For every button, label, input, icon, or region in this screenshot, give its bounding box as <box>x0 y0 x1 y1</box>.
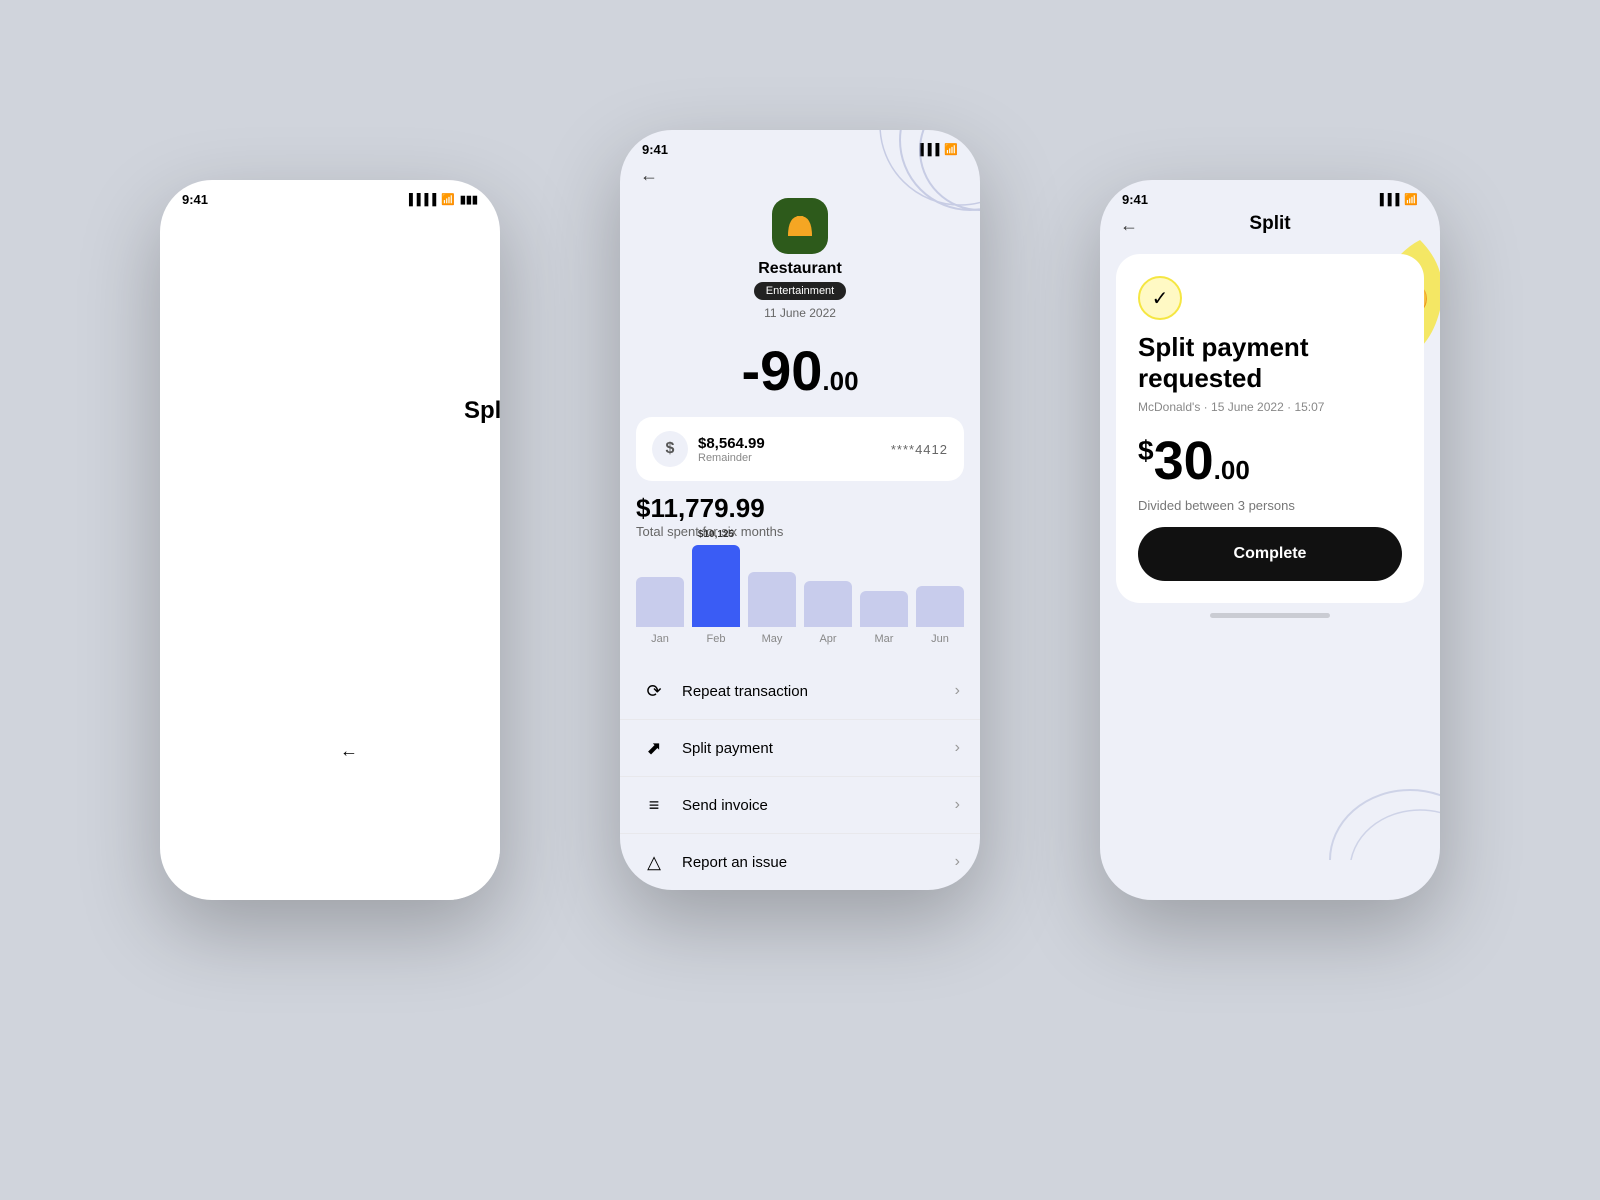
balance-amount: $8,564.99 <box>698 435 765 452</box>
bar-may: May <box>748 556 796 645</box>
bar-jan: Jan <box>636 561 684 645</box>
bars-row: Jan $10,125 Feb May Apr Mar <box>636 555 964 645</box>
transaction-date: 11 June 2022 <box>764 306 836 320</box>
chevron-split: › <box>955 739 960 757</box>
split-card-title: Split payment requested <box>1138 332 1402 394</box>
action-label-split: Split payment <box>682 740 955 757</box>
balance-left: $ $8,564.99 Remainder <box>652 431 765 467</box>
time-right: 9:41 <box>1122 192 1148 207</box>
bar-feb: $10,125 Feb <box>692 529 740 645</box>
total-amount: $11,779.99 <box>636 493 964 524</box>
chevron-invoice: › <box>955 796 960 814</box>
split-divided-label: Divided between 3 persons <box>1138 498 1402 513</box>
split-icon: ⬈ <box>640 734 668 762</box>
wifi-icon-r: 📶 <box>1404 193 1418 206</box>
split-meta: McDonald's · 15 June 2022 · 15:07 <box>1138 400 1402 414</box>
status-icons-left: ▐▐▐▐ 📶 ▮▮▮ <box>405 193 478 206</box>
split-merchant: McDonald's <box>1138 400 1200 414</box>
right-header: ← Split <box>1100 211 1440 244</box>
action-repeat[interactable]: ⟳ Repeat transaction › <box>620 663 980 719</box>
page-title-right: Split <box>1229 209 1310 243</box>
split-amount-display: $30.00 <box>1138 430 1402 492</box>
status-bar-right: 9:41 ▐▐▐ 📶 <box>1100 180 1440 211</box>
report-icon: △ <box>640 848 668 876</box>
status-bar-left: 9:41 ▐▐▐▐ 📶 ▮▮▮ <box>160 180 500 211</box>
merchant-name: Restaurant <box>758 260 842 278</box>
back-button-right[interactable]: ← <box>1120 215 1138 236</box>
balance-info: $8,564.99 Remainder <box>698 435 765 464</box>
balance-card: $ $8,564.99 Remainder ****4412 <box>636 417 964 481</box>
left-phone: 9:41 ▐▐▐▐ 📶 ▮▮▮ ← Split 👤 👤 👤 <box>160 180 500 900</box>
deco-lines-bottom <box>1320 760 1440 860</box>
status-icons-center: ▐▐▐ 📶 <box>916 143 958 156</box>
home-indicator-right <box>1210 613 1330 618</box>
balance-label: Remainder <box>698 452 765 464</box>
time-left: 9:41 <box>182 192 208 207</box>
back-button-center[interactable]: ← <box>640 165 658 186</box>
status-bar-center: 9:41 ▐▐▐ 📶 <box>620 130 980 161</box>
bar-jun: Jun <box>916 570 964 645</box>
bar-apr: Apr <box>804 565 852 645</box>
bar-chart: Jan $10,125 Feb May Apr Mar <box>620 549 980 663</box>
complete-button[interactable]: Complete <box>1138 527 1402 581</box>
wifi-icon: 📶 <box>441 193 455 206</box>
wifi-icon-c: 📶 <box>944 143 958 156</box>
split-card: ✓ Split payment requested McDonald's · 1… <box>1116 254 1424 603</box>
action-invoice[interactable]: ≡ Send invoice › <box>620 776 980 833</box>
actions-list: ⟳ Repeat transaction › ⬈ Split payment ›… <box>620 663 980 890</box>
action-label-repeat: Repeat transaction <box>682 683 955 700</box>
chevron-report: › <box>955 853 960 871</box>
signal-icon: ▐▐▐▐ <box>405 194 436 206</box>
transaction-amount: -90.00 <box>620 338 980 403</box>
dollar-icon: $ <box>652 431 688 467</box>
invoice-icon: ≡ <box>640 791 668 819</box>
signal-icon-r: ▐▐▐ <box>1376 194 1399 206</box>
repeat-icon: ⟳ <box>640 677 668 705</box>
split-time: 15:07 <box>1294 400 1324 414</box>
check-circle: ✓ <box>1138 276 1182 320</box>
page-title-left: Split <box>320 397 500 425</box>
split-date: 15 June 2022 <box>1211 400 1284 414</box>
split-separator: · <box>1204 400 1211 414</box>
merchant-logo <box>772 198 828 254</box>
center-header: ← <box>620 161 980 194</box>
time-center: 9:41 <box>642 142 668 157</box>
total-section: $11,779.99 Total spent for six months <box>620 493 980 549</box>
action-split[interactable]: ⬈ Split payment › <box>620 719 980 776</box>
total-label: Total spent for six months <box>636 524 964 539</box>
bar-mar: Mar <box>860 575 908 645</box>
category-badge: Entertainment <box>754 282 846 300</box>
signal-icon-c: ▐▐▐ <box>916 144 939 156</box>
merchant-section: Restaurant Entertainment 11 June 2022 <box>620 194 980 330</box>
center-phone: 9:41 ▐▐▐ 📶 ← Restaurant Entertainment 11… <box>620 130 980 890</box>
action-label-invoice: Send invoice <box>682 797 955 814</box>
action-label-report: Report an issue <box>682 854 955 871</box>
status-icons-right: ▐▐▐ 📶 <box>1376 193 1418 206</box>
chevron-repeat: › <box>955 682 960 700</box>
battery-icon: ▮▮▮ <box>460 193 478 206</box>
action-report[interactable]: △ Report an issue › <box>620 833 980 890</box>
right-phone: 😊 9:41 ▐▐▐ 📶 ← Split ✓ Split payment req… <box>1100 180 1440 900</box>
card-number: ****4412 <box>891 442 948 457</box>
back-button-left[interactable]: ← <box>340 741 358 762</box>
